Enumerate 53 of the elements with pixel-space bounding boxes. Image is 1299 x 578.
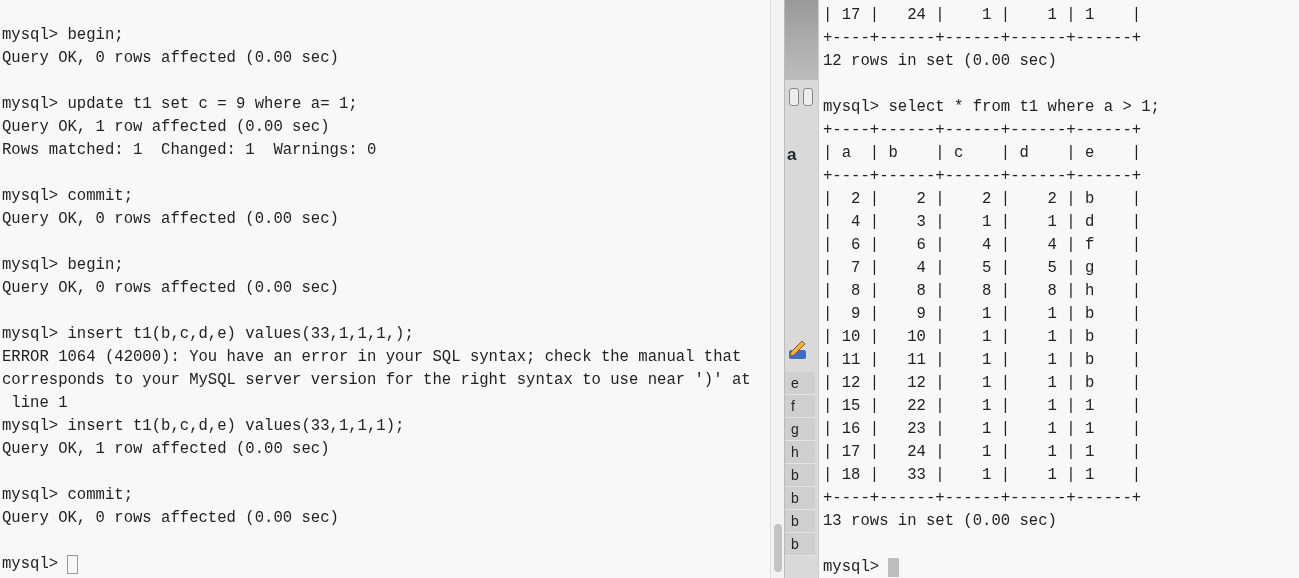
terminal-line: | 6 | 6 | 4 | 4 | f | [823,235,1142,256]
toolbar-button[interactable] [803,88,813,106]
terminal-line: | 9 | 9 | 1 | 1 | b | [823,304,1142,325]
terminal-line: | 7 | 4 | 5 | 5 | g | [823,258,1142,279]
table-cell: b [785,486,815,510]
terminal-line: mysql> insert t1(b,c,d,e) values(33,1,1,1,); [2,324,414,345]
terminal-line: mysql> select * from t1 where a > 1; [823,97,1160,118]
terminal-line: mysql> commit; [2,186,133,207]
terminal-line: | 18 | 33 | 1 | 1 | 1 | [823,465,1142,486]
terminal-line: mysql> update t1 set c = 9 where a= 1; [2,94,358,115]
terminal-line: | 16 | 23 | 1 | 1 | 1 | [823,419,1142,440]
terminal-line: mysql> begin; [2,25,124,46]
table-cell: b [785,509,815,533]
terminal-line: | 17 | 24 | 1 | 1 | 1 | [823,5,1142,26]
terminal-line: | 11 | 11 | 1 | 1 | b | [823,350,1142,371]
terminal-line: Query OK, 0 rows affected (0.00 sec) [2,48,339,69]
terminal-line: +----+------+------+------+------+ [823,488,1142,509]
table-cell: b [785,532,815,556]
terminal-line: | 10 | 10 | 1 | 1 | b | [823,327,1142,348]
terminal-line: | 2 | 2 | 2 | 2 | b | [823,189,1142,210]
terminal-line: | 12 | 12 | 1 | 1 | b | [823,373,1142,394]
table-cell: b [785,463,815,487]
table-cell: f [785,394,815,418]
terminal-line: | 17 | 24 | 1 | 1 | 1 | [823,442,1142,463]
prompt-text: mysql> [823,557,880,578]
terminal-line: mysql> begin; [2,255,124,276]
terminal-line: ERROR 1064 (42000): You have an error in your SQL syntax; check the manual that [2,347,742,368]
terminal-line: | 8 | 8 | 8 | 8 | h | [823,281,1142,302]
table-cell: h [785,440,815,464]
terminal-line: | 4 | 3 | 1 | 1 | d | [823,212,1142,233]
terminal-line: +----+------+------+------+------+ [823,28,1142,49]
terminal-line: line 1 [10,393,68,414]
terminal-line: +----+------+------+------+------+ [823,120,1142,141]
terminal-line: Query OK, 1 row affected (0.00 sec) [2,117,330,138]
table-cell: g [785,417,815,441]
terminal-line: Query OK, 0 rows affected (0.00 sec) [2,278,339,299]
terminal-line: Query OK, 1 row affected (0.00 sec) [2,439,330,460]
table-cell: e [785,371,815,395]
terminal-line: | a | b | c | d | e | [823,143,1142,164]
terminal-line: Query OK, 0 rows affected (0.00 sec) [2,209,339,230]
terminal-line: corresponds to your MySQL server version for the right syntax to use near ')' at [2,370,751,391]
terminal-line: mysql> commit; [2,485,133,506]
terminal-line: Query OK, 0 rows affected (0.00 sec) [2,508,339,529]
terminal-line: | 15 | 22 | 1 | 1 | 1 | [823,396,1142,417]
terminal-line: +----+------+------+------+------+ [823,166,1142,187]
toolbar-button[interactable] [789,88,799,106]
column-label: a [786,144,797,166]
terminal-line: Rows matched: 1 Changed: 1 Warnings: 0 [2,140,377,161]
terminal-line: 12 rows in set (0.00 sec) [823,51,1057,72]
terminal-line: mysql> insert t1(b,c,d,e) values(33,1,1,1); [2,416,405,437]
terminal-line: 13 rows in set (0.00 sec) [823,511,1057,532]
prompt-text: mysql> [2,554,59,575]
scrollbar-thumb[interactable] [773,524,782,572]
